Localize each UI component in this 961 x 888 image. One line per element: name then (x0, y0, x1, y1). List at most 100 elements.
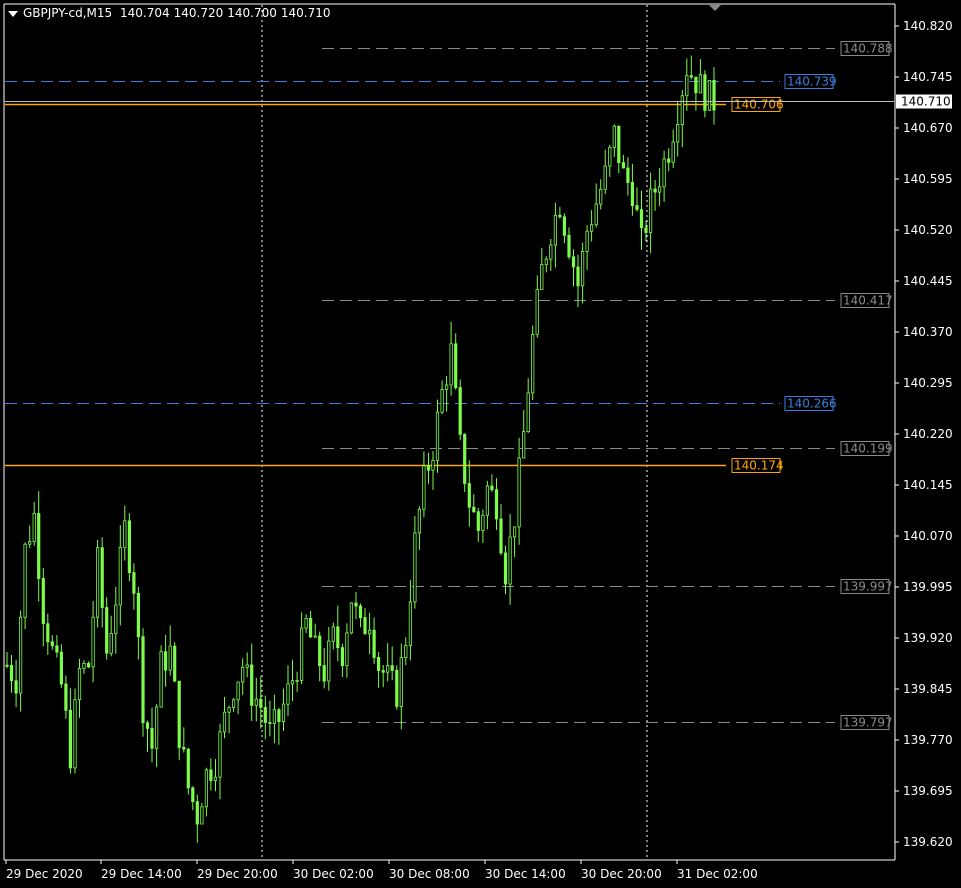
candle-body (118, 546, 122, 606)
candle-body (626, 167, 630, 183)
level-label: 140.417 (843, 294, 893, 308)
candle-body (463, 433, 467, 484)
candle-body (327, 640, 331, 682)
y-tick-label: 140.820 (903, 19, 953, 33)
candle-body (96, 547, 100, 618)
candle-body (127, 520, 131, 573)
candle-body (581, 250, 585, 287)
candle-body (386, 665, 390, 673)
y-tick-label: 140.745 (903, 70, 953, 84)
candle-body (549, 244, 553, 260)
y-tick-label: 139.995 (903, 580, 953, 594)
candle-body (222, 711, 227, 733)
y-tick-label: 140.445 (903, 274, 953, 288)
candle-body (340, 647, 345, 667)
candle-body (444, 384, 449, 390)
candle-body (694, 76, 698, 94)
candle-body (263, 707, 267, 723)
x-tick-label: 30 Dec 08:00 (389, 867, 470, 881)
level-label: 140.174 (734, 459, 784, 473)
candle-body (712, 80, 716, 111)
candle-body (227, 707, 231, 713)
candle-body (109, 633, 113, 654)
candle-body (200, 806, 204, 825)
candle-body (658, 186, 662, 193)
candle-body (5, 664, 9, 667)
x-tick-label: 29 Dec 2020 (6, 867, 83, 881)
candle-body (105, 607, 109, 654)
candle-body (28, 541, 32, 545)
y-tick-label: 139.845 (903, 682, 953, 696)
y-tick-label: 139.695 (903, 784, 953, 798)
candle-body (46, 623, 50, 643)
candle-body (698, 74, 703, 94)
level-label: 140.739 (787, 75, 837, 89)
candle-body (363, 617, 367, 635)
candle-body (435, 411, 440, 461)
chart-header: GBPJPY-cd,M15 140.704 140.720 140.700 140.7… (8, 6, 335, 20)
candle-body (635, 205, 639, 210)
candle-body (431, 459, 435, 471)
candle-body (376, 657, 381, 671)
candle-body (132, 572, 136, 594)
candle-body (680, 95, 684, 125)
candle-body (426, 465, 431, 471)
dropdown-triangle-icon[interactable] (8, 10, 18, 17)
candle-body (485, 485, 490, 516)
candle-body (345, 632, 349, 667)
candle-body (59, 651, 64, 685)
candle-body (168, 645, 172, 671)
y-tick-label: 140.595 (903, 172, 953, 186)
y-tick-label: 139.920 (903, 631, 953, 645)
candle-body (281, 703, 286, 722)
candle-body (508, 536, 512, 585)
candle-body (318, 635, 322, 667)
candle-body (644, 227, 648, 233)
candle-body (231, 699, 236, 708)
candle-body (553, 214, 558, 246)
candle-body (395, 670, 399, 707)
y-tick-label: 140.145 (903, 478, 953, 492)
candlestick-chart[interactable]: 140.788 140.739140.706 140.417 140.266 140.1… (0, 0, 961, 888)
candle-body (18, 616, 23, 694)
y-tick-label: 140.670 (903, 121, 953, 135)
candle-body (671, 141, 675, 163)
candle-body (259, 698, 263, 708)
candle-body (64, 683, 68, 711)
candle-body (689, 75, 693, 78)
candle-body (159, 651, 163, 708)
candle-body (381, 670, 385, 673)
candle-body (630, 182, 635, 207)
low-price: 140.700 (227, 6, 277, 20)
candle-body (481, 514, 485, 531)
plot-background (0, 0, 961, 888)
candle-body (23, 543, 27, 618)
candle-body (449, 343, 453, 386)
candle-body (209, 769, 213, 781)
candle-body (91, 616, 95, 668)
candle-body (562, 216, 567, 236)
candle-body (404, 645, 408, 658)
candle-body (123, 520, 127, 548)
candle-body (408, 601, 413, 646)
candle-body (114, 604, 118, 634)
candle-body (82, 663, 86, 669)
candle-body (413, 532, 417, 603)
candle-body (517, 457, 521, 528)
candle-body (599, 188, 603, 205)
close-price: 140.710 (280, 6, 331, 20)
y-tick-label: 139.770 (903, 733, 953, 747)
candle-body (571, 256, 576, 268)
candle-body (354, 602, 358, 607)
candle-body (567, 234, 571, 258)
candle-body (417, 508, 422, 534)
candle-body (558, 214, 562, 218)
candle-body (494, 489, 499, 520)
candle-body (145, 722, 150, 729)
level-label: 139.797 (843, 716, 893, 730)
y-tick-label: 140.520 (903, 223, 953, 237)
candle-body (653, 188, 657, 193)
candle-body (540, 264, 544, 290)
candle-body (336, 626, 340, 648)
candle-body (250, 664, 254, 706)
